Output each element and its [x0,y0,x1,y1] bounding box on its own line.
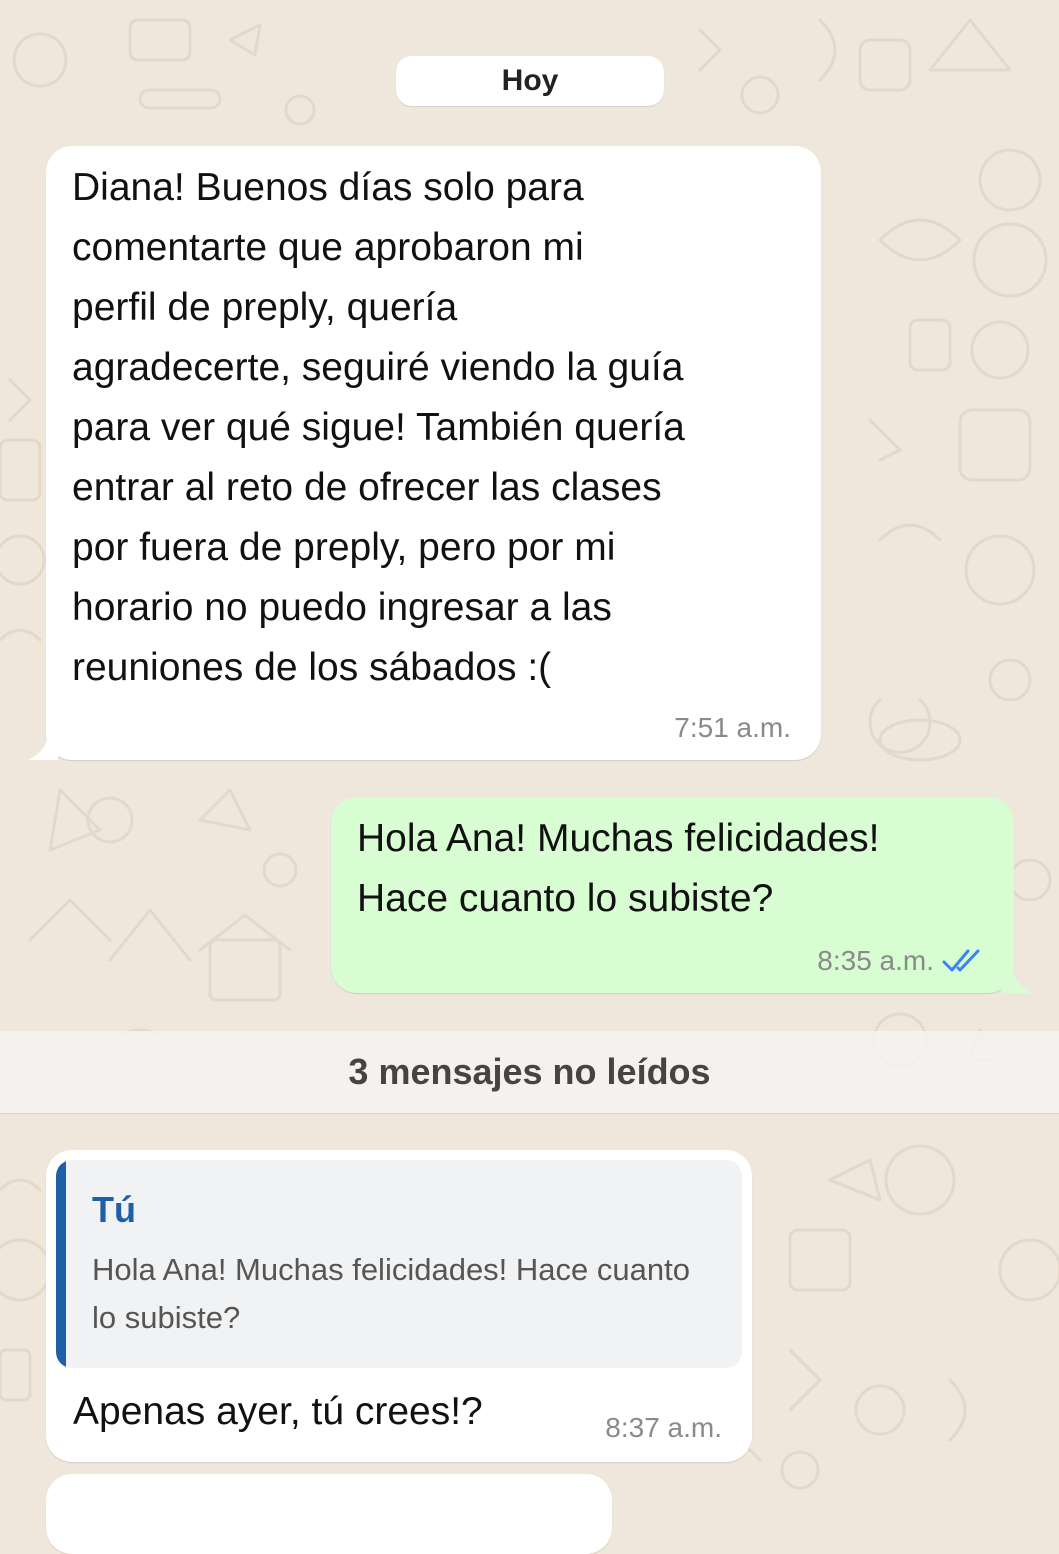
unread-messages-banner: 3 mensajes no leídos [0,1031,1059,1114]
quoted-text: Hola Ana! Muchas felicidades! Hace cuant… [92,1252,690,1335]
bubble-tail-icon [28,734,58,760]
message-text: Diana! Buenos días solo para comentarte … [72,166,685,689]
message-time-label: 7:51 a.m. [674,712,791,743]
quote-accent-bar [56,1160,66,1368]
unread-messages-label: 3 mensajes no leídos [348,1051,711,1092]
date-separator: Hoy [396,56,664,106]
message-bubble-partial[interactable] [46,1474,612,1554]
quoted-author: Tú [92,1189,136,1230]
message-time: 7:51 a.m. [674,712,791,744]
date-separator-label: Hoy [501,64,559,97]
message-bubble-reply[interactable]: Tú Hola Ana! Muchas felicidades! Hace cu… [46,1150,752,1462]
message-bubble-incoming[interactable]: Diana! Buenos días solo para comentarte … [28,146,821,760]
message-time-label: 8:37 a.m. [605,1412,722,1443]
message-text: Hola Ana! Muchas felicidades! Hace cuant… [357,817,880,920]
bubble-tail-icon [1002,967,1032,993]
message-time: 8:35 a.m. [817,945,984,977]
message-text: Apenas ayer, tú crees!? [73,1390,483,1433]
message-time: 8:37 a.m. [605,1412,722,1444]
double-check-read-icon [942,949,980,972]
message-time-label: 8:35 a.m. [817,945,934,976]
quoted-message[interactable]: Tú Hola Ana! Muchas felicidades! Hace cu… [56,1160,742,1368]
message-bubble-outgoing[interactable]: Hola Ana! Muchas felicidades! Hace cuant… [331,797,1032,993]
